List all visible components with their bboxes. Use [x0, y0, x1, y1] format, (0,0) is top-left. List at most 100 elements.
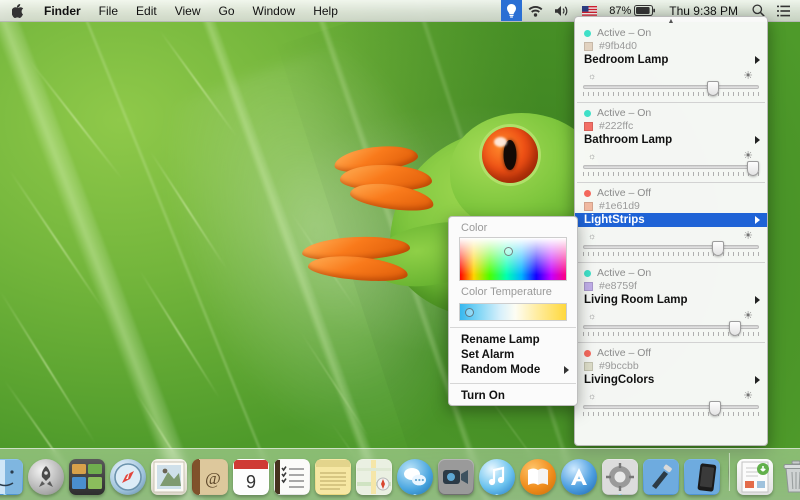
lamp-name-row[interactable]: Bedroom Lamp: [575, 53, 767, 67]
color-temperature-handle[interactable]: [465, 308, 474, 317]
slider-track[interactable]: [583, 241, 759, 256]
notification-center-icon[interactable]: [771, 0, 796, 21]
menu-item-turn-on[interactable]: Turn On: [449, 388, 577, 403]
svg-text:9: 9: [245, 472, 255, 492]
dock-item-app-store[interactable]: [560, 459, 597, 495]
dock-item-finder[interactable]: [0, 459, 23, 495]
dock-item-trash[interactable]: [778, 459, 800, 495]
dock-item-maps[interactable]: [355, 459, 392, 495]
slider-track[interactable]: [583, 161, 759, 176]
lamp-name-row[interactable]: LivingColors: [575, 373, 767, 387]
lamp-hex-label: #9bccbb: [599, 360, 639, 372]
chevron-right-icon: [755, 216, 760, 224]
lamp-color-hex: #e8759f: [575, 279, 767, 292]
sun-dim-icon: ☼: [588, 70, 597, 81]
dock-item-itunes[interactable]: [478, 459, 515, 495]
lamp-entry[interactable]: Active – On #222ffc Bathroom Lamp ☼ ☀: [575, 106, 767, 179]
lamp-status-label: Active – Off: [597, 187, 652, 199]
color-temperature-slider[interactable]: [459, 303, 567, 321]
brightness-slider[interactable]: [575, 321, 767, 336]
slider-knob[interactable]: [708, 401, 721, 416]
dock-item-mission-control[interactable]: [68, 459, 105, 495]
menu-view[interactable]: View: [166, 0, 210, 21]
wifi-icon[interactable]: [522, 0, 549, 21]
slider-track[interactable]: [583, 321, 759, 336]
lamp-entry[interactable]: Active – Off #9bccbb LivingColors ☼ ☀: [575, 346, 767, 419]
lamp-context-submenu[interactable]: Color Color Temperature Rename Lamp Set …: [448, 216, 578, 406]
menu-edit[interactable]: Edit: [127, 0, 166, 21]
lightbulb-icon[interactable]: [501, 0, 523, 21]
brightness-slider[interactable]: [575, 401, 767, 416]
menu-item-rename-lamp[interactable]: Rename Lamp: [449, 332, 577, 347]
chevron-right-icon: [755, 136, 760, 144]
slider-knob[interactable]: [711, 241, 724, 256]
lamp-status-label: Active – On: [597, 267, 652, 279]
volume-icon[interactable]: [549, 0, 576, 21]
lamp-list: Active – On #9fb4d0 Bedroom Lamp ☼ ☀ Active –…: [575, 26, 767, 419]
sun-bright-icon: ☀: [743, 70, 753, 82]
dock-item-facetime[interactable]: [437, 459, 474, 495]
color-gradient-picker[interactable]: [459, 237, 567, 281]
menu-help[interactable]: Help: [304, 0, 347, 21]
running-indicator: [494, 494, 499, 495]
dock-item-launchpad[interactable]: [27, 459, 64, 495]
dock-item-messages[interactable]: [396, 459, 433, 495]
menu-finder[interactable]: Finder: [35, 0, 90, 21]
dock-item-downloads[interactable]: [736, 459, 773, 495]
menu-item-label: Set Alarm: [461, 348, 515, 361]
slider-track[interactable]: [583, 81, 759, 96]
color-swatch: [584, 201, 593, 211]
lamp-entry[interactable]: Active – On #e8759f Living Room Lamp ☼ ☀: [575, 266, 767, 339]
menu-item-random-mode[interactable]: Random Mode: [449, 362, 577, 377]
dock-item-notes[interactable]: [314, 459, 351, 495]
divider: [577, 342, 765, 343]
brightness-slider[interactable]: [575, 81, 767, 96]
scroll-up-arrow-icon[interactable]: ▲: [575, 17, 767, 26]
running-indicator: [617, 494, 622, 495]
divider: [450, 327, 576, 328]
lamp-color-hex: #1e61d9: [575, 199, 767, 212]
dock-item-simulator[interactable]: [683, 459, 720, 495]
dock-item-calendar[interactable]: 9: [232, 459, 269, 495]
lamp-hex-label: #e8759f: [599, 280, 637, 292]
slider-tick-marks: [583, 91, 759, 97]
lamp-name-row[interactable]: Living Room Lamp: [575, 293, 767, 307]
dock-item-system-preferences[interactable]: [601, 459, 638, 495]
brightness-slider[interactable]: [575, 241, 767, 256]
lamp-status-label: Active – On: [597, 27, 652, 39]
dock-item-ibooks[interactable]: [519, 459, 556, 495]
lamp-status: Active – On: [575, 26, 767, 39]
lamp-entry[interactable]: Active – On #9fb4d0 Bedroom Lamp ☼ ☀: [575, 26, 767, 99]
slider-knob[interactable]: [746, 161, 759, 176]
dock-item-mail[interactable]: [150, 459, 187, 495]
dock-item-contacts[interactable]: @: [191, 459, 228, 495]
sun-bright-icon: ☀: [743, 310, 753, 322]
lamp-color-hex: #222ffc: [575, 119, 767, 132]
color-picker-handle[interactable]: [504, 247, 513, 256]
lamp-status-label: Active – On: [597, 107, 652, 119]
running-indicator: [412, 494, 417, 495]
divider: [450, 383, 576, 384]
apple-menu-icon[interactable]: [0, 0, 35, 21]
slider-knob[interactable]: [706, 81, 719, 96]
brightness-slider[interactable]: [575, 161, 767, 176]
slider-track[interactable]: [583, 401, 759, 416]
lamp-name-row[interactable]: Bathroom Lamp: [575, 133, 767, 147]
lamp-status: Active – On: [575, 266, 767, 279]
menu-file[interactable]: File: [90, 0, 127, 21]
dock-item-safari[interactable]: [109, 459, 146, 495]
divider: [577, 182, 765, 183]
leaf-vein-thin: [0, 290, 97, 445]
menu-item-label: Random Mode: [461, 363, 541, 376]
dock-item-reminders[interactable]: [273, 459, 310, 495]
lamp-color-hex: #9bccbb: [575, 359, 767, 372]
menu-window[interactable]: Window: [244, 0, 305, 21]
slider-knob[interactable]: [729, 321, 742, 336]
lamp-name-row[interactable]: LightStrips: [575, 213, 767, 227]
menu-go[interactable]: Go: [210, 0, 244, 21]
frog-eye: [482, 127, 538, 183]
lamp-entry[interactable]: Active – Off #1e61d9 LightStrips ☼ ☀: [575, 186, 767, 259]
hue-lamps-dropdown-menu[interactable]: ▲ Active – On #9fb4d0 Bedroom Lamp ☼ ☀ Active…: [574, 16, 768, 446]
dock-item-xcode[interactable]: [642, 459, 679, 495]
menu-item-set-alarm[interactable]: Set Alarm: [449, 347, 577, 362]
